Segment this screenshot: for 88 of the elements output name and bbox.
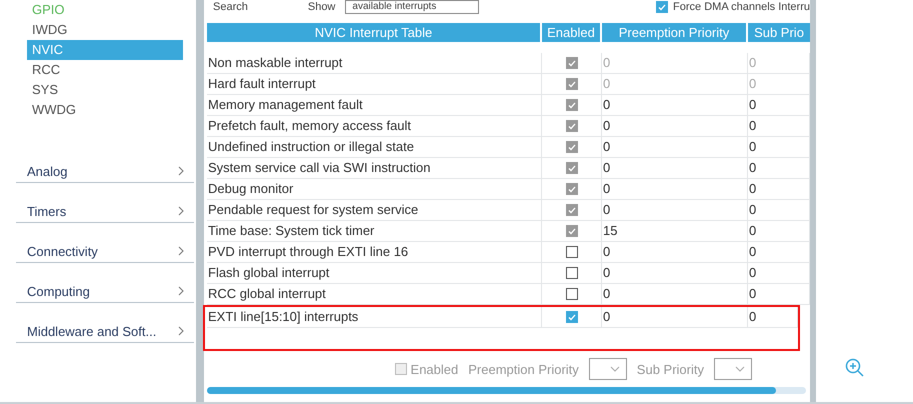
preemption-priority-cell: 0 — [602, 284, 748, 304]
category-label: Computing — [27, 284, 90, 298]
sub-priority-cell: 0 — [748, 307, 798, 327]
interrupt-name: RCC global interrupt — [207, 284, 542, 304]
enabled-checkbox[interactable] — [566, 204, 578, 216]
enabled-checkbox[interactable] — [566, 120, 578, 132]
caret-icon — [735, 366, 745, 372]
preemption-priority-cell: 0 — [602, 53, 748, 73]
sidebar-item[interactable]: IWDG — [27, 20, 183, 40]
interrupt-name: System service call via SWI instruction — [207, 158, 542, 178]
force-dma-checkbox[interactable] — [656, 1, 668, 13]
sub-priority-cell: 0 — [748, 158, 810, 178]
sidebar-item[interactable]: WWDG — [27, 100, 183, 120]
chevron-icon — [178, 286, 184, 296]
column-header: Preemption Priority — [602, 23, 746, 42]
interrupt-name: Pendable request for system service — [207, 200, 542, 220]
interrupt-name: Debug monitor — [207, 179, 542, 199]
zoom-in-icon[interactable] — [844, 358, 864, 378]
chevron-icon — [178, 206, 184, 216]
sub-priority-cell: 0 — [748, 263, 810, 283]
preemption-priority-cell: 0 — [602, 137, 748, 157]
enabled-checkbox[interactable] — [566, 78, 578, 90]
show-dropdown[interactable]: available interrupts — [345, 0, 480, 14]
sub-priority-cell: 0 — [748, 116, 810, 136]
interrupt-name: Memory management fault — [207, 95, 542, 115]
column-header: Sub Prio — [748, 23, 810, 42]
sub-priority-dropdown[interactable] — [714, 358, 752, 380]
sidebar-item[interactable]: SYS — [27, 80, 183, 100]
interrupt-name: Prefetch fault, memory access fault — [207, 116, 542, 136]
preemption-priority-cell: 0 — [602, 116, 748, 136]
sidebar-item[interactable]: RCC — [27, 60, 183, 80]
sub-priority-cell: 0 — [748, 95, 810, 115]
interrupt-name: Flash global interrupt — [207, 263, 542, 283]
enabled-checkbox[interactable] — [566, 99, 578, 111]
chevron-icon — [178, 166, 184, 176]
category-label: Middleware and Soft... — [27, 324, 156, 338]
preemption-priority-cell: 0 — [602, 95, 748, 115]
category-item[interactable]: Analog — [16, 160, 194, 183]
sub-priority-cell: 0 — [748, 221, 810, 241]
interrupt-name: Undefined instruction or illegal state — [207, 137, 542, 157]
category-label: Connectivity — [27, 244, 98, 258]
enabled-checkbox[interactable] — [566, 246, 578, 258]
force-dma-label: Force DMA channels Interru — [673, 1, 810, 13]
interrupt-name: Hard fault interrupt — [207, 74, 542, 94]
show-label: Show — [308, 1, 336, 13]
table-title: NVIC Interrupt Table — [207, 23, 540, 42]
preemption-priority-label: Preemption Priority — [468, 362, 579, 376]
search-label: Search — [213, 1, 248, 13]
preemption-priority-cell: 0 — [602, 200, 748, 220]
preemption-priority-cell: 0 — [602, 179, 748, 199]
enabled-checkbox[interactable] — [566, 162, 578, 174]
enabled-checkbox[interactable] — [566, 311, 578, 323]
sub-priority-cell: 0 — [748, 242, 810, 262]
preemption-priority-cell: 0 — [602, 158, 748, 178]
caret-icon — [610, 366, 620, 372]
sub-priority-cell: 0 — [748, 179, 810, 199]
preemption-priority-cell: 0 — [602, 263, 748, 283]
enabled-label: Enabled — [410, 362, 458, 376]
enabled-checkbox[interactable] — [566, 288, 578, 300]
interrupt-name: PVD interrupt through EXTI line 16 — [207, 242, 542, 262]
preemption-priority-cell: 0 — [602, 242, 748, 262]
category-item[interactable]: Timers — [16, 200, 194, 223]
column-header: Enabled — [542, 23, 600, 42]
preemption-priority-dropdown[interactable] — [588, 358, 627, 380]
interrupt-name: Non maskable interrupt — [207, 53, 542, 73]
category-label: Analog — [27, 164, 68, 178]
preemption-priority-cell: 0 — [602, 307, 748, 327]
interrupt-name: Time base: System tick timer — [207, 221, 542, 241]
sub-priority-cell: 0 — [748, 200, 810, 220]
category-label: Timers — [27, 204, 66, 218]
enabled-checkbox[interactable] — [566, 225, 578, 237]
enabled-checkbox[interactable] — [566, 183, 578, 195]
sub-priority-cell: 0 — [748, 74, 810, 94]
enabled-checkbox[interactable] — [566, 267, 578, 279]
category-item[interactable]: Computing — [16, 280, 194, 303]
preemption-priority-cell: 0 — [602, 74, 748, 94]
chevron-icon — [178, 246, 184, 256]
enabled-checkbox[interactable] — [566, 141, 578, 153]
chevron-icon — [178, 326, 184, 336]
interrupt-name: EXTI line[15:10] interrupts — [207, 307, 542, 327]
category-item[interactable]: Connectivity — [16, 240, 194, 263]
enabled-checkbox[interactable] — [566, 57, 578, 69]
sub-priority-label: Sub Priority — [636, 362, 704, 376]
preemption-priority-cell: 15 — [602, 221, 748, 241]
sub-priority-cell: 0 — [748, 137, 810, 157]
sub-priority-cell: 0 — [748, 53, 810, 73]
sub-priority-cell: 0 — [748, 284, 810, 304]
category-item[interactable]: Middleware and Soft... — [16, 320, 194, 343]
